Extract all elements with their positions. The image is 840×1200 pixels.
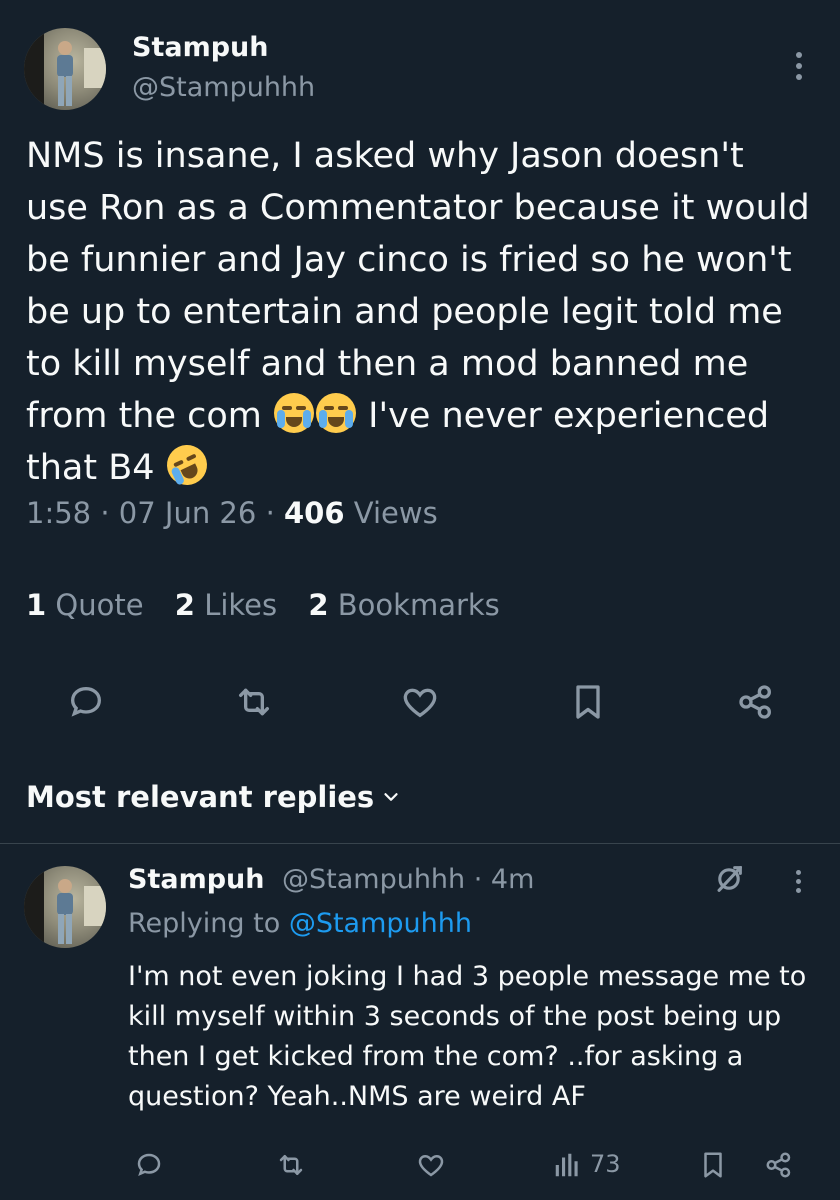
- more-icon[interactable]: [795, 52, 803, 85]
- replies-sort-title[interactable]: Most relevant replies: [26, 780, 374, 814]
- reply-icon[interactable]: [66, 682, 106, 722]
- share-icon[interactable]: [764, 1150, 794, 1180]
- crying-emoji-icon: [274, 393, 315, 433]
- likes-count: 2: [174, 588, 195, 622]
- author-name[interactable]: Stampuh: [132, 32, 268, 63]
- reply-icon[interactable]: [134, 1150, 164, 1180]
- share-icon[interactable]: [736, 682, 776, 722]
- tweet-meta: 1:58 · 07 Jun 26 · 406 Views: [26, 496, 438, 530]
- tweet-date[interactable]: 07 Jun 26: [119, 496, 257, 530]
- reply-author-name[interactable]: Stampuh: [128, 864, 264, 895]
- crying-emoji-icon: [316, 393, 357, 433]
- edited-icon[interactable]: [712, 862, 746, 896]
- quotes-stat[interactable]: 1 Quote: [26, 588, 144, 622]
- tweet-time[interactable]: 1:58: [26, 496, 91, 530]
- retweet-icon[interactable]: [234, 682, 274, 722]
- reply-author-avatar[interactable]: [24, 866, 106, 948]
- author-avatar[interactable]: [24, 28, 106, 110]
- replying-mention[interactable]: @Stampuhhh: [289, 908, 472, 939]
- views-label: Views: [353, 496, 438, 530]
- quotes-label: Quote: [55, 588, 144, 622]
- tweet-stats: 1 Quote 2 Likes 2 Bookmarks: [26, 588, 522, 622]
- reply-more-icon[interactable]: [795, 870, 803, 897]
- rofl-emoji-icon: [160, 438, 214, 492]
- chevron-down-icon[interactable]: [380, 786, 402, 808]
- bookmarks-label: Bookmarks: [337, 588, 500, 622]
- bookmarks-stat[interactable]: 2 Bookmarks: [308, 588, 499, 622]
- bookmarks-count: 2: [308, 588, 329, 622]
- like-icon[interactable]: [400, 682, 440, 722]
- replying-to: Replying to @Stampuhhh: [128, 908, 472, 939]
- divider: [0, 843, 840, 844]
- like-icon[interactable]: [416, 1150, 446, 1180]
- bookmark-icon[interactable]: [698, 1150, 728, 1180]
- views-icon[interactable]: [552, 1150, 582, 1180]
- author-handle[interactable]: @Stampuhhh: [132, 72, 315, 103]
- retweet-icon[interactable]: [276, 1150, 306, 1180]
- likes-stat[interactable]: 2 Likes: [175, 588, 277, 622]
- separator: ·: [100, 496, 110, 530]
- reply-time: · 4m: [473, 864, 535, 895]
- likes-label: Likes: [204, 588, 278, 622]
- tweet-text-part-1: NMS is insane, I asked why Jason doesn't…: [26, 136, 810, 436]
- quotes-count: 1: [26, 588, 47, 622]
- replying-label: Replying to: [128, 908, 281, 939]
- reply-text: I'm not even joking I had 3 people messa…: [128, 961, 807, 1112]
- separator: ·: [265, 496, 275, 530]
- tweet-text: NMS is insane, I asked why Jason doesn't…: [26, 130, 816, 494]
- views-count: 406: [284, 496, 345, 530]
- reply-views-count[interactable]: 73: [590, 1150, 621, 1178]
- reply-handle-text: @Stampuhhh: [282, 864, 466, 895]
- bookmark-icon[interactable]: [568, 682, 608, 722]
- reply-author-handle[interactable]: @Stampuhhh · 4m: [282, 864, 534, 895]
